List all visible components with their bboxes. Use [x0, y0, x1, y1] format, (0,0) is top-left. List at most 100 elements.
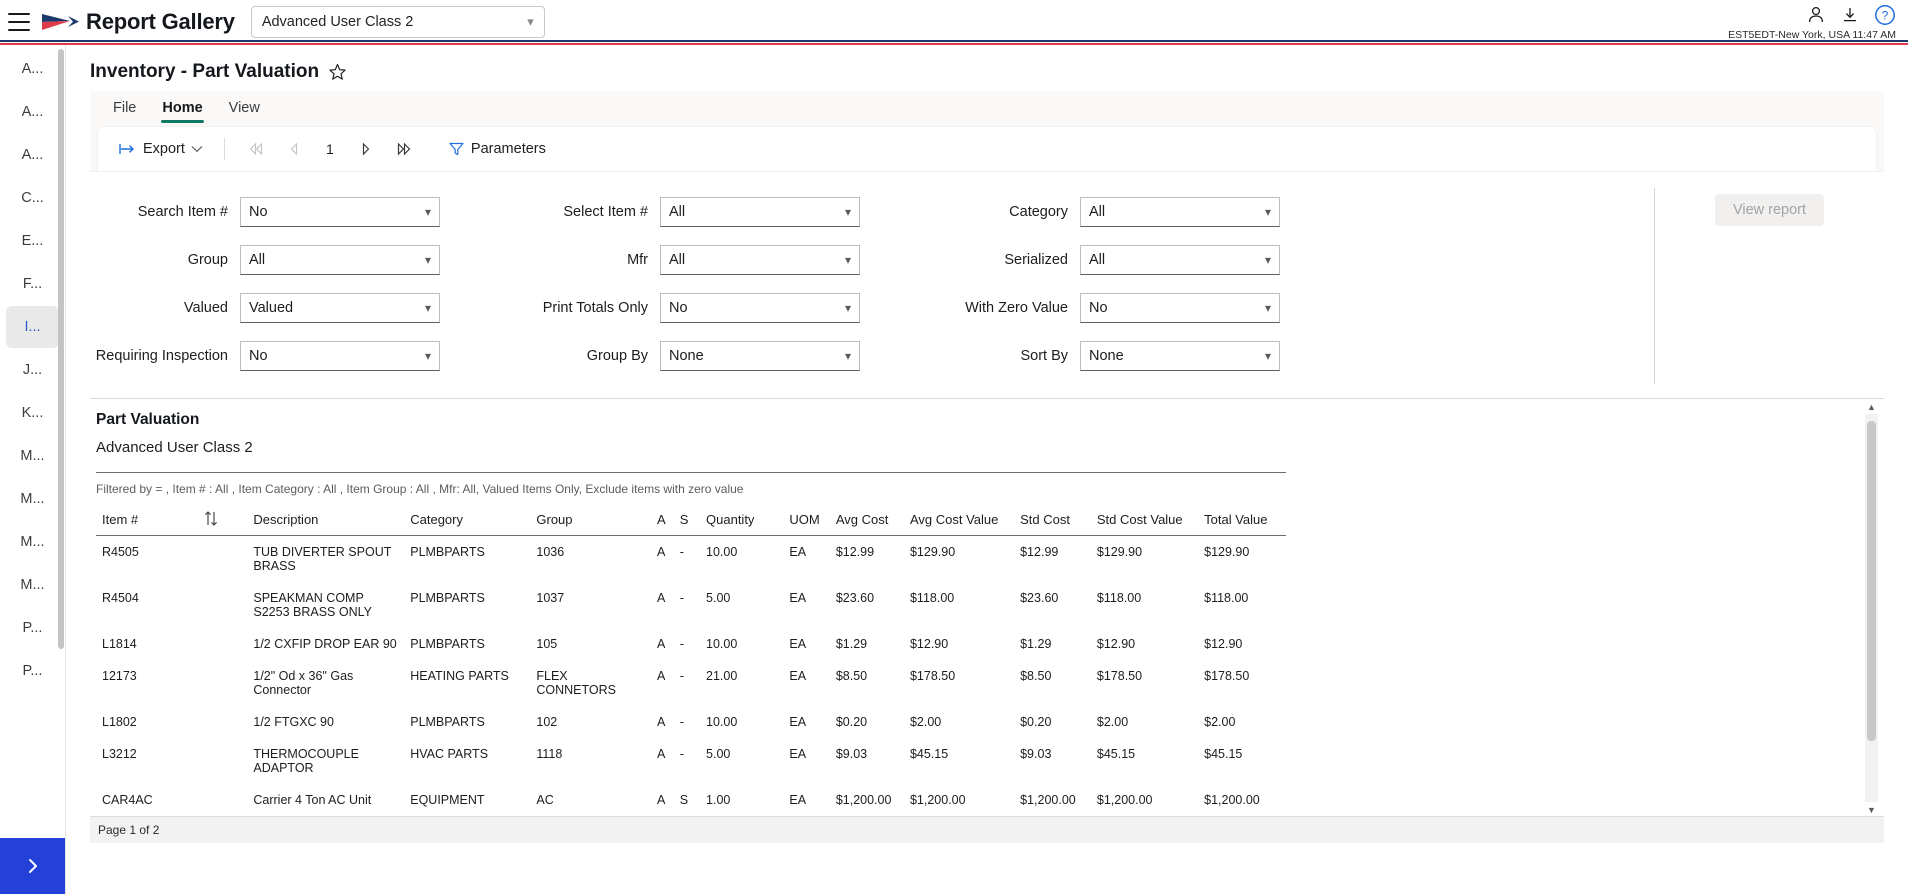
- sidebar-expand-button[interactable]: [0, 838, 65, 894]
- sidebar-scrollbar[interactable]: [58, 49, 64, 649]
- next-page-button[interactable]: [347, 134, 385, 164]
- sidebar-item-7[interactable]: J...: [6, 349, 59, 391]
- sidebar-item-11[interactable]: M...: [6, 521, 59, 563]
- filter-select[interactable]: None ▾: [660, 341, 860, 371]
- download-icon[interactable]: [1840, 5, 1860, 25]
- chevron-down-icon: ▾: [844, 205, 851, 219]
- sidebar-item-9[interactable]: M...: [6, 435, 59, 477]
- filter-select[interactable]: All ▾: [1080, 197, 1280, 227]
- cell-a: A: [657, 669, 666, 683]
- table-row[interactable]: L1814 1/2 CXFIP DROP EAR 90 PLMBPARTS 105 A -…: [96, 628, 1286, 660]
- col-std-cost-value[interactable]: Std Cost Value: [1091, 506, 1198, 536]
- col-quantity[interactable]: Quantity: [700, 506, 783, 536]
- sidebar-item-10[interactable]: M...: [6, 478, 59, 520]
- hamburger-icon[interactable]: [8, 13, 30, 31]
- filter-select[interactable]: All ▾: [1080, 245, 1280, 275]
- last-page-button[interactable]: [385, 134, 423, 164]
- sidebar-item-1[interactable]: A...: [6, 91, 59, 133]
- sidebar-item-12[interactable]: M...: [6, 564, 59, 606]
- cell-spacer: [197, 536, 247, 583]
- cell-s: -: [679, 591, 684, 605]
- star-icon[interactable]: [328, 63, 347, 82]
- sidebar-item-0[interactable]: A...: [6, 48, 59, 90]
- filter-select[interactable]: All ▾: [240, 245, 440, 275]
- filter-select-value: All: [1089, 252, 1106, 268]
- filter-column-3: Category All ▾ Serialized All ▾ With Zero Valu…: [930, 188, 1350, 384]
- report-scrollbar[interactable]: ▲ ▼: [1865, 399, 1878, 816]
- sidebar-item-4[interactable]: E...: [6, 220, 59, 262]
- sidebar-item-8[interactable]: K...: [6, 392, 59, 434]
- scrollbar-thumb[interactable]: [1867, 421, 1876, 741]
- sidebar-item-13[interactable]: P...: [6, 607, 59, 649]
- table-row[interactable]: R4505 TUB DIVERTER SPOUT BRASS PLMBPARTS 10…: [96, 536, 1286, 583]
- cell-group: 1036: [536, 545, 565, 559]
- table-row[interactable]: L1802 1/2 FTGXC 90 PLMBPARTS 102 A - 10.00 EA $0…: [96, 706, 1286, 738]
- help-icon[interactable]: ?: [1874, 4, 1896, 26]
- filter-select[interactable]: No ▾: [1080, 293, 1280, 323]
- col-total-value[interactable]: Total Value: [1198, 506, 1286, 536]
- filter-label-text: Sort By: [1020, 348, 1068, 364]
- sidebar-item-label: F...: [22, 276, 43, 292]
- filter-select[interactable]: None ▾: [1080, 341, 1280, 371]
- tab-file[interactable]: File: [102, 96, 147, 123]
- cell-s: S: [679, 793, 689, 807]
- scroll-down-icon[interactable]: ▼: [1865, 802, 1878, 816]
- cell-avg-cost: $1.29: [835, 637, 868, 651]
- sidebar-item-5[interactable]: F...: [6, 263, 59, 305]
- cell-avg-cost: $23.60: [835, 591, 875, 605]
- cell-total-value: $1,200.00: [1204, 793, 1260, 807]
- sidebar-item-label: J...: [22, 362, 43, 378]
- col-s[interactable]: S: [674, 506, 700, 536]
- filter-select[interactable]: No ▾: [660, 293, 860, 323]
- cell-category: HEATING PARTS: [410, 669, 509, 683]
- sidebar-item-3[interactable]: C...: [6, 177, 59, 219]
- cell-quantity: 10.00: [706, 715, 738, 729]
- filter-select[interactable]: No ▾: [240, 197, 440, 227]
- filter-select[interactable]: All ▾: [660, 197, 860, 227]
- sidebar-item-label: A...: [21, 61, 44, 77]
- col-avg-cost[interactable]: Avg Cost: [830, 506, 904, 536]
- export-button[interactable]: Export: [110, 136, 212, 162]
- sidebar-item-label: M...: [20, 448, 45, 464]
- cell-spacer: [197, 628, 247, 660]
- table-row[interactable]: 12173 1/2" Od x 36" Gas Connector HEATING …: [96, 660, 1286, 706]
- table-row[interactable]: R4504 SPEAKMAN COMP S2253 BRASS ONLY PLMBP…: [96, 582, 1286, 628]
- col-item[interactable]: Item #: [96, 506, 197, 536]
- cell-std-cost: $0.20: [1020, 715, 1052, 729]
- filter-label-text: Print Totals Only: [542, 300, 648, 316]
- sidebar-item-2[interactable]: A...: [6, 134, 59, 176]
- sidebar-item-6[interactable]: I...: [6, 306, 59, 348]
- view-report-button[interactable]: View report: [1714, 194, 1825, 226]
- person-icon[interactable]: [1806, 5, 1826, 25]
- prev-page-button[interactable]: [275, 134, 313, 164]
- chevron-down-icon: ▾: [424, 205, 431, 219]
- col-group[interactable]: Group: [530, 506, 651, 536]
- user-class-select[interactable]: Advanced User Class 2 ▾: [250, 6, 545, 38]
- col-category[interactable]: Category: [404, 506, 530, 536]
- filter-select[interactable]: No ▾: [240, 341, 440, 371]
- filter-select[interactable]: Valued ▾: [240, 293, 440, 323]
- col-std-cost[interactable]: Std Cost: [1014, 506, 1091, 536]
- sidebar-item-label: P...: [22, 663, 43, 679]
- page-number[interactable]: 1: [313, 141, 347, 157]
- filter-funnel-icon: [449, 142, 464, 156]
- cell-uom: EA: [789, 591, 807, 605]
- page-info-label: Page 1 of 2: [98, 823, 160, 837]
- tab-home[interactable]: Home: [151, 96, 213, 123]
- table-row[interactable]: CAR4AC Carrier 4 Ton AC Unit EQUIPMENT AC A S…: [96, 784, 1286, 816]
- cell-s: -: [679, 715, 684, 729]
- col-uom[interactable]: UOM: [783, 506, 829, 536]
- scroll-up-icon[interactable]: ▲: [1865, 399, 1878, 414]
- filter-select[interactable]: All ▾: [660, 245, 860, 275]
- filter-select-value: Valued: [249, 300, 294, 316]
- sidebar-item-14[interactable]: P...: [6, 650, 59, 692]
- tab-view[interactable]: View: [218, 96, 271, 123]
- header-right: ? EST5EDT-New York, USA 11:47 AM: [1728, 3, 1908, 41]
- col-description[interactable]: Description: [247, 506, 404, 536]
- parameters-button[interactable]: Parameters: [439, 136, 555, 162]
- col-a[interactable]: A: [651, 506, 674, 536]
- col-sort[interactable]: [197, 506, 247, 536]
- col-avg-cost-value[interactable]: Avg Cost Value: [904, 506, 1014, 536]
- first-page-button[interactable]: [237, 134, 275, 164]
- table-row[interactable]: L3212 THERMOCOUPLE ADAPTOR HVAC PARTS 1118 A…: [96, 738, 1286, 784]
